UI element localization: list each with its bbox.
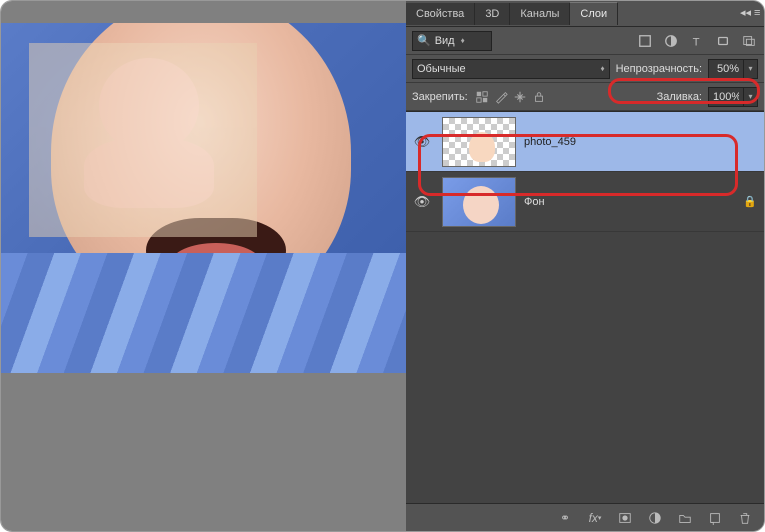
visibility-toggle-icon[interactable]: 👁 — [410, 194, 434, 210]
layer-thumbnail[interactable] — [442, 177, 516, 227]
layer-row[interactable]: 👁 Фон 🔒 — [406, 172, 764, 232]
layer-list: 👁 photo_459 👁 Фон 🔒 — [406, 111, 764, 503]
lock-row: Закрепить: Заливка: ▾ — [406, 83, 764, 111]
layer-mask-icon[interactable] — [616, 509, 634, 527]
opacity-label: Непрозрачность: — [616, 63, 702, 75]
layer-row[interactable]: 👁 photo_459 — [406, 112, 764, 172]
layer-name[interactable]: photo_459 — [524, 136, 760, 148]
panel-footer: ⚭ fx▾ — [406, 503, 764, 531]
lock-indicator-icon: 🔒 — [740, 195, 760, 208]
fill-label: Заливка: — [657, 91, 702, 103]
filter-kind-select[interactable]: 🔍Вид♦ — [412, 31, 492, 51]
tab-properties[interactable]: Свойства — [406, 3, 475, 25]
tab-3d[interactable]: 3D — [475, 3, 510, 25]
group-icon[interactable] — [676, 509, 694, 527]
visibility-toggle-icon[interactable]: 👁 — [410, 134, 434, 150]
filter-shape-icon[interactable] — [714, 32, 732, 50]
svg-text:T: T — [693, 36, 700, 48]
lock-label: Закрепить: — [412, 91, 468, 103]
top-layer-render[interactable] — [29, 43, 257, 237]
lock-position-icon[interactable] — [512, 89, 528, 105]
blend-mode-select[interactable]: Обычные ♦ — [412, 59, 610, 79]
filter-type-icon[interactable]: T — [688, 32, 706, 50]
tab-layers[interactable]: Слои — [570, 2, 618, 25]
canvas-area[interactable] — [1, 1, 406, 531]
layers-panel: Свойства 3D Каналы Слои ◂◂ ≡ 🔍Вид♦ T Обы… — [406, 1, 764, 531]
fill-input[interactable]: ▾ — [708, 87, 758, 107]
new-layer-icon[interactable] — [706, 509, 724, 527]
opacity-input[interactable]: ▾ — [708, 59, 758, 79]
fill-field[interactable] — [709, 91, 743, 103]
panel-menu-icon[interactable]: ≡ — [750, 8, 764, 19]
lock-pixels-icon[interactable] — [493, 89, 509, 105]
expand-left-icon[interactable]: ◂◂ — [736, 8, 750, 19]
layer-style-icon[interactable]: fx▾ — [586, 509, 604, 527]
blend-mode-label: Обычные — [417, 63, 466, 75]
tab-channels[interactable]: Каналы — [510, 3, 570, 25]
blend-row: Обычные ♦ Непрозрачность: ▾ — [406, 55, 764, 83]
fill-dropdown-icon[interactable]: ▾ — [743, 88, 757, 106]
filter-pixel-icon[interactable] — [636, 32, 654, 50]
adjustment-layer-icon[interactable] — [646, 509, 664, 527]
filter-smart-icon[interactable] — [740, 32, 758, 50]
filter-adjust-icon[interactable] — [662, 32, 680, 50]
layer-name[interactable]: Фон — [524, 196, 740, 208]
link-layers-icon[interactable]: ⚭ — [556, 509, 574, 527]
panel-tabs: Свойства 3D Каналы Слои ◂◂ ≡ — [406, 1, 764, 27]
lock-transparency-icon[interactable] — [474, 89, 490, 105]
filter-row: 🔍Вид♦ T — [406, 27, 764, 55]
layer-thumbnail[interactable] — [442, 117, 516, 167]
delete-layer-icon[interactable] — [736, 509, 754, 527]
lock-all-icon[interactable] — [531, 89, 547, 105]
opacity-field[interactable] — [709, 63, 743, 75]
opacity-dropdown-icon[interactable]: ▾ — [743, 60, 757, 78]
filter-kind-label: Вид — [435, 35, 455, 47]
